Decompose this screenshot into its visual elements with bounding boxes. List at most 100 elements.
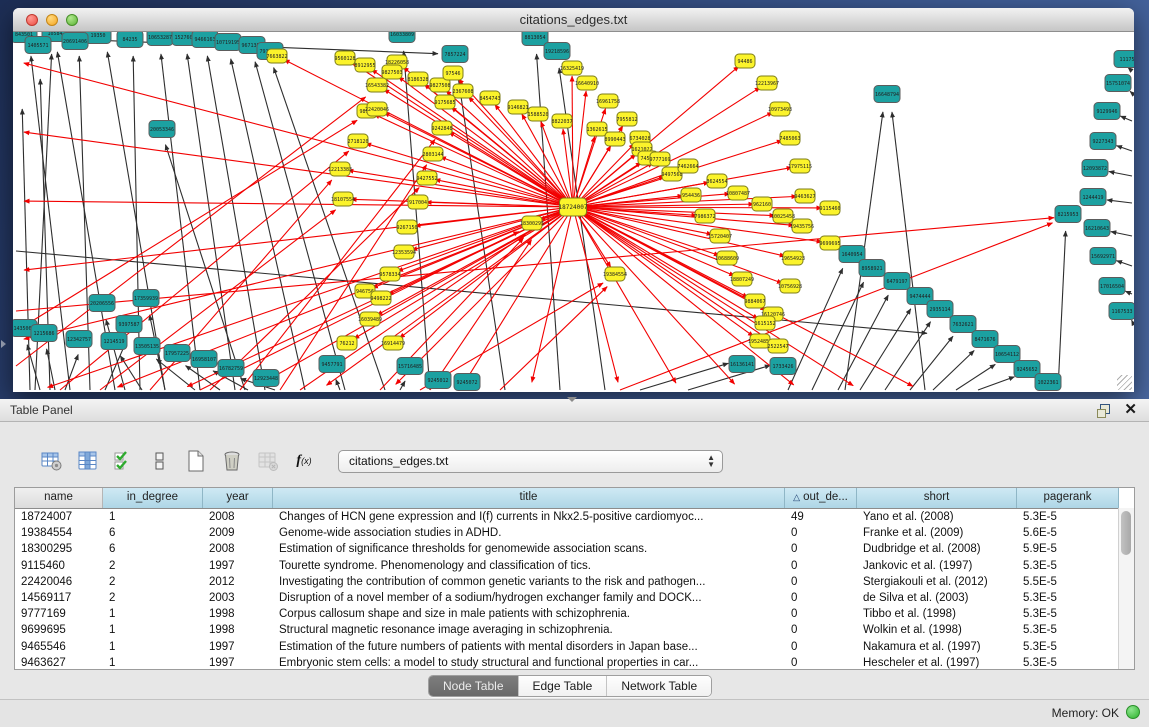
table-cell[interactable]: Hescheler et al. (1997) bbox=[857, 655, 1017, 671]
table-cell[interactable]: Tibbo et al. (1998) bbox=[857, 606, 1017, 622]
table-cell[interactable]: 2008 bbox=[203, 541, 273, 557]
table-cell[interactable]: 1997 bbox=[203, 558, 273, 574]
table-cell[interactable]: 2 bbox=[103, 558, 203, 574]
table-cell[interactable]: 0 bbox=[785, 639, 857, 655]
column-header-name[interactable]: name bbox=[15, 488, 103, 508]
network-window-titlebar[interactable]: citations_edges.txt bbox=[13, 8, 1134, 32]
table-cell[interactable]: 5.3E-5 bbox=[1017, 622, 1119, 638]
table-cell[interactable]: 2008 bbox=[203, 509, 273, 525]
table-cell[interactable]: 0 bbox=[785, 558, 857, 574]
table-cell[interactable]: 49 bbox=[785, 509, 857, 525]
table-cell[interactable]: 19384554 bbox=[15, 525, 103, 541]
table-cell[interactable]: 5.3E-5 bbox=[1017, 655, 1119, 671]
tab-network-table[interactable]: Network Table bbox=[607, 676, 711, 696]
table-cell[interactable]: 9115460 bbox=[15, 558, 103, 574]
table-cell[interactable]: 5.3E-5 bbox=[1017, 590, 1119, 606]
function-builder-icon[interactable]: f(x) bbox=[292, 449, 316, 473]
table-cell[interactable]: 5.6E-5 bbox=[1017, 525, 1119, 541]
table-cell[interactable]: 1 bbox=[103, 509, 203, 525]
column-header-pagerank[interactable]: pagerank bbox=[1017, 488, 1119, 508]
table-row[interactable]: 911546021997Tourette syndrome. Phenomeno… bbox=[15, 558, 1134, 574]
window-resize-grip[interactable] bbox=[1117, 375, 1132, 390]
table-cell[interactable]: Jankovic et al. (1997) bbox=[857, 558, 1017, 574]
table-cell[interactable]: 1998 bbox=[203, 606, 273, 622]
table-cell[interactable]: Embryonic stem cells: a model to study s… bbox=[273, 655, 785, 671]
table-scrollbar[interactable] bbox=[1118, 508, 1134, 669]
table-cell[interactable]: 22420046 bbox=[15, 574, 103, 590]
table-cell[interactable]: 18300295 bbox=[15, 541, 103, 557]
table-cell[interactable]: Franke et al. (2009) bbox=[857, 525, 1017, 541]
table-cell[interactable]: 5.5E-5 bbox=[1017, 574, 1119, 590]
table-scrollbar-thumb[interactable] bbox=[1121, 511, 1131, 555]
table-cell[interactable]: Dudbridge et al. (2008) bbox=[857, 541, 1017, 557]
table-cell[interactable]: 0 bbox=[785, 574, 857, 590]
float-window-icon[interactable] bbox=[1096, 402, 1112, 418]
table-row[interactable]: 946554611997Estimation of the future num… bbox=[15, 639, 1134, 655]
panel-collapse-handle[interactable] bbox=[567, 397, 577, 402]
table-cell[interactable]: 0 bbox=[785, 525, 857, 541]
table-cell[interactable]: 5.3E-5 bbox=[1017, 558, 1119, 574]
table-cell[interactable]: Nakamura et al. (1997) bbox=[857, 639, 1017, 655]
table-row[interactable]: 977716911998Corpus callosum shape and si… bbox=[15, 606, 1134, 622]
table-cell[interactable]: Genome-wide association studies in ADHD. bbox=[273, 525, 785, 541]
table-cell[interactable]: 0 bbox=[785, 622, 857, 638]
table-cell[interactable]: Investigating the contribution of common… bbox=[273, 574, 785, 590]
table-row[interactable]: 1872400712008Changes of HCN gene express… bbox=[15, 509, 1134, 525]
table-row[interactable]: 2242004622012Investigating the contribut… bbox=[15, 574, 1134, 590]
table-cell[interactable]: 5.3E-5 bbox=[1017, 509, 1119, 525]
table-cell[interactable]: Structural magnetic resonance image aver… bbox=[273, 622, 785, 638]
table-cell[interactable]: 6 bbox=[103, 525, 203, 541]
memory-status-led[interactable] bbox=[1126, 705, 1140, 719]
table-cell[interactable]: 1997 bbox=[203, 639, 273, 655]
table-cell[interactable]: Tourette syndrome. Phenomenology and cla… bbox=[273, 558, 785, 574]
table-cell[interactable]: 1 bbox=[103, 639, 203, 655]
table-cell[interactable]: 9699695 bbox=[15, 622, 103, 638]
table-cell[interactable]: 5.3E-5 bbox=[1017, 639, 1119, 655]
table-cell[interactable]: Wolkin et al. (1998) bbox=[857, 622, 1017, 638]
table-cell[interactable]: 5.3E-5 bbox=[1017, 606, 1119, 622]
table-settings-icon[interactable] bbox=[40, 449, 64, 473]
new-table-icon[interactable] bbox=[184, 449, 208, 473]
table-cell[interactable]: 5.9E-5 bbox=[1017, 541, 1119, 557]
table-cell[interactable]: 1 bbox=[103, 622, 203, 638]
table-cell[interactable]: 0 bbox=[785, 541, 857, 557]
table-cell[interactable]: Changes of HCN gene expression and I(f) … bbox=[273, 509, 785, 525]
left-splitter-arrow-icon[interactable] bbox=[1, 340, 6, 348]
table-cell[interactable]: 0 bbox=[785, 655, 857, 671]
table-row[interactable]: 1456911722003Disruption of a novel membe… bbox=[15, 590, 1134, 606]
table-row[interactable]: 1938455462009Genome-wide association stu… bbox=[15, 525, 1134, 541]
column-header-title[interactable]: title bbox=[273, 488, 785, 508]
table-cell[interactable]: 14569117 bbox=[15, 590, 103, 606]
table-cell[interactable]: 9463627 bbox=[15, 655, 103, 671]
network-canvas[interactable]: 8435011058419350842351405571206914061065… bbox=[13, 32, 1134, 392]
table-cell[interactable]: de Silva et al. (2003) bbox=[857, 590, 1017, 606]
table-cell[interactable]: 1998 bbox=[203, 622, 273, 638]
tab-edge-table[interactable]: Edge Table bbox=[519, 676, 608, 696]
row-height-icon[interactable] bbox=[148, 449, 172, 473]
table-cell[interactable]: 18724007 bbox=[15, 509, 103, 525]
column-header-short[interactable]: short bbox=[857, 488, 1017, 508]
table-row[interactable]: 1830029562008Estimation of significance … bbox=[15, 541, 1134, 557]
table-cell[interactable]: 9777169 bbox=[15, 606, 103, 622]
delete-column-icon[interactable] bbox=[220, 449, 244, 473]
column-header-in-degree[interactable]: in_degree bbox=[103, 488, 203, 508]
table-cell[interactable]: 2009 bbox=[203, 525, 273, 541]
table-cell[interactable]: 1 bbox=[103, 606, 203, 622]
table-cell[interactable]: Corpus callosum shape and size in male p… bbox=[273, 606, 785, 622]
table-cell[interactable]: 9465546 bbox=[15, 639, 103, 655]
column-header-year[interactable]: year bbox=[203, 488, 273, 508]
column-header-out-de-[interactable]: △out_de... bbox=[785, 488, 857, 508]
table-cell[interactable]: Estimation of the future numbers of pati… bbox=[273, 639, 785, 655]
table-cell[interactable]: 1997 bbox=[203, 655, 273, 671]
table-cell[interactable]: 0 bbox=[785, 590, 857, 606]
table-cell[interactable]: 2 bbox=[103, 590, 203, 606]
table-cell[interactable]: 1 bbox=[103, 655, 203, 671]
select-columns-icon[interactable] bbox=[112, 449, 136, 473]
tab-node-table[interactable]: Node Table bbox=[429, 676, 519, 696]
table-source-dropdown[interactable]: citations_edges.txt ▲▼ bbox=[338, 450, 723, 473]
table-cell[interactable]: 2012 bbox=[203, 574, 273, 590]
table-cell[interactable]: 2 bbox=[103, 574, 203, 590]
table-row[interactable]: 969969511998Structural magnetic resonanc… bbox=[15, 622, 1134, 638]
table-row[interactable]: 946362711997Embryonic stem cells: a mode… bbox=[15, 655, 1134, 671]
table-cell[interactable]: Estimation of significance thresholds fo… bbox=[273, 541, 785, 557]
